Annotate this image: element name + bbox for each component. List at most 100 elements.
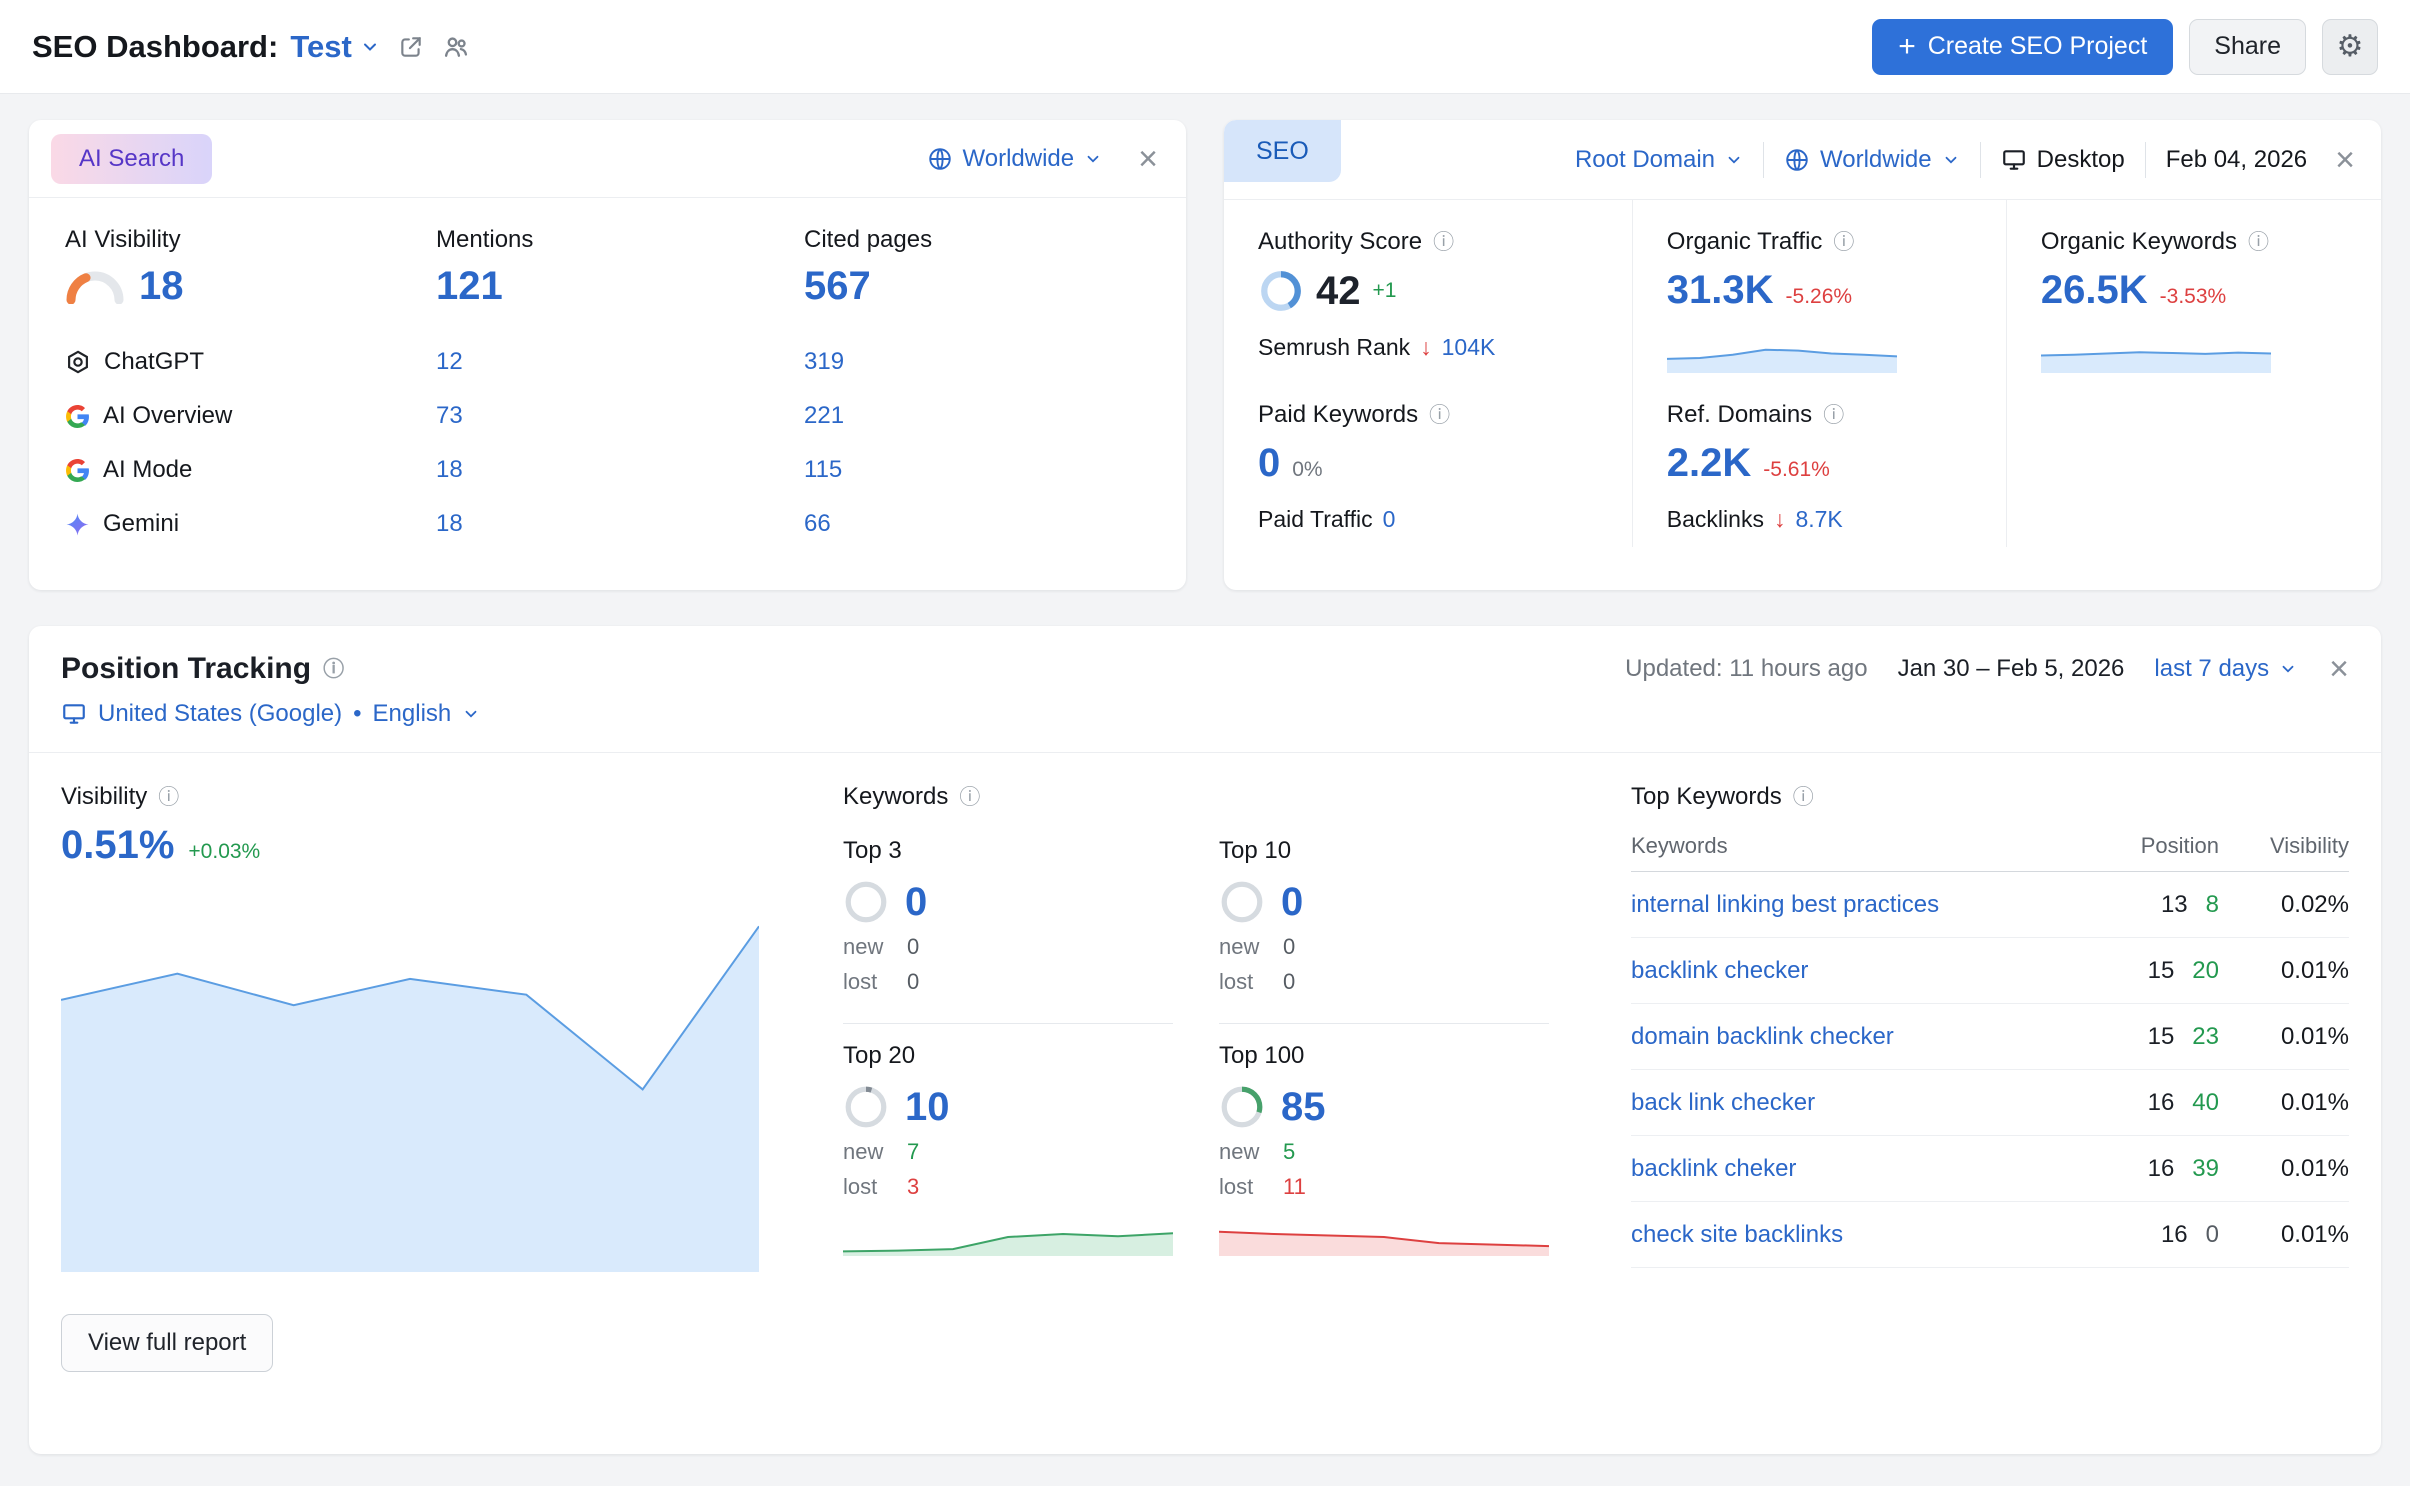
campaign-selector[interactable]: United States (Google) • English — [29, 690, 2381, 753]
backlinks-label: Backlinks — [1667, 506, 1764, 533]
ai-search-totals: AI Visibility 18 Mentions 121 — [65, 226, 1158, 309]
info-icon[interactable]: ⓘ — [959, 787, 980, 808]
new-value: 0 — [907, 934, 919, 960]
paid-keywords-label-row: Paid Keywords ⓘ — [1258, 401, 1606, 429]
mentions-value: 121 — [436, 264, 804, 309]
table-row: internal linking best practices 138 0.02… — [1631, 872, 2349, 938]
external-link-icon[interactable] — [398, 34, 424, 60]
keyword-link[interactable]: backlink cheker — [1631, 1155, 2069, 1183]
info-icon[interactable]: ⓘ — [2248, 232, 2269, 253]
keyword-link[interactable]: domain backlink checker — [1631, 1023, 2069, 1051]
bucket-value[interactable]: 85 — [1281, 1085, 1326, 1130]
semrush-rank-value[interactable]: 104K — [1442, 334, 1496, 361]
new-value: 7 — [907, 1139, 919, 1165]
top-keywords-title: Top Keywords — [1631, 783, 1782, 811]
bucket-value[interactable]: 0 — [905, 880, 927, 925]
info-icon[interactable]: ⓘ — [1429, 405, 1450, 426]
gemini-engine: Gemini — [65, 510, 436, 538]
info-icon[interactable]: ⓘ — [158, 787, 179, 808]
organic-traffic-sparkline — [1667, 327, 1897, 373]
seo-region-selector[interactable]: Worldwide — [1784, 146, 1960, 174]
bucket-value[interactable]: 10 — [905, 1085, 950, 1130]
ai-engine-row-chatgpt: ChatGPT 12 319 — [65, 335, 1158, 389]
backlinks-value[interactable]: 8.7K — [1795, 506, 1842, 533]
authority-score-value-row: 42 +1 — [1258, 268, 1606, 314]
paid-keywords-cell: Paid Keywords ⓘ 0 0% Paid Traffic 0 — [1224, 387, 1633, 547]
ai-mode-engine: AI Mode — [65, 456, 436, 484]
new-label: new — [843, 934, 893, 960]
chatgpt-engine: ChatGPT — [65, 348, 436, 376]
share-users-icon[interactable] — [442, 33, 470, 61]
info-icon[interactable]: ⓘ — [323, 659, 344, 680]
position-tracking-header: Position Tracking ⓘ Updated: 11 hours ag… — [29, 626, 2381, 690]
ref-domains-value[interactable]: 2.2K — [1667, 441, 1752, 486]
bucket-lost-row: lost0 — [843, 969, 1173, 995]
position-change: 8 — [2206, 891, 2219, 919]
keyword-position: 16 — [2148, 1089, 2175, 1117]
ai-engines-list: ChatGPT 12 319 AI Overview 73 221 — [65, 335, 1158, 551]
project-selector[interactable]: Test — [290, 29, 379, 65]
keyword-link[interactable]: back link checker — [1631, 1089, 2069, 1117]
ai-search-card: AI Search Worldwide × AI Visibility — [29, 120, 1186, 590]
create-seo-project-button[interactable]: + Create SEO Project — [1872, 19, 2173, 75]
visibility-area-chart[interactable] — [61, 892, 759, 1272]
chevron-down-icon — [360, 37, 380, 57]
organic-traffic-cell: Organic Traffic ⓘ 31.3K -5.26% — [1633, 200, 2007, 387]
position-tracking-body: Visibility ⓘ 0.51% +0.03% View full repo… — [29, 753, 2381, 1372]
keyword-link[interactable]: check site backlinks — [1631, 1221, 2069, 1249]
organic-keywords-value[interactable]: 26.5K — [2041, 268, 2148, 313]
engine-cited[interactable]: 66 — [804, 510, 1158, 538]
chevron-down-icon — [462, 705, 480, 723]
share-button[interactable]: Share — [2189, 19, 2306, 75]
position-change: 40 — [2192, 1089, 2219, 1117]
seo-tab[interactable]: SEO — [1224, 120, 1341, 182]
device-selector[interactable]: Desktop — [2001, 146, 2125, 174]
chevron-down-icon — [2279, 660, 2297, 678]
bucket-value[interactable]: 0 — [1281, 880, 1303, 925]
new-label: new — [1219, 1139, 1269, 1165]
ai-region-selector[interactable]: Worldwide — [927, 145, 1103, 173]
position-tracking-close-button[interactable]: × — [2329, 652, 2349, 686]
campaign-location: United States (Google) — [98, 700, 342, 728]
bullet-icon: • — [353, 700, 361, 728]
root-domain-selector[interactable]: Root Domain — [1575, 146, 1743, 174]
device-label: Desktop — [2037, 146, 2125, 174]
engine-cited[interactable]: 115 — [804, 456, 1158, 484]
bucket-label: Top 20 — [843, 1042, 1173, 1070]
bucket-lost-row: lost11 — [1219, 1174, 1549, 1200]
engine-mentions[interactable]: 73 — [436, 402, 804, 430]
bucket-ring-icon — [843, 879, 889, 925]
info-icon[interactable]: ⓘ — [1823, 405, 1844, 426]
ref-domains-label-row: Ref. Domains ⓘ — [1667, 401, 1980, 429]
period-selector[interactable]: last 7 days — [2154, 655, 2297, 683]
ai-search-close-button[interactable]: × — [1138, 142, 1158, 176]
engine-name: Gemini — [103, 510, 179, 538]
info-icon[interactable]: ⓘ — [1833, 232, 1854, 253]
new-label: new — [1219, 934, 1269, 960]
info-icon[interactable]: ⓘ — [1433, 232, 1454, 253]
engine-cited[interactable]: 319 — [804, 348, 1158, 376]
table-row: domain backlink checker 1523 0.01% — [1631, 1004, 2349, 1070]
ai-overview-engine: AI Overview — [65, 402, 436, 430]
top-100-sparkline — [1219, 1214, 1549, 1256]
settings-button[interactable]: ⚙ — [2322, 19, 2378, 75]
paid-traffic-value[interactable]: 0 — [1383, 506, 1396, 533]
engine-cited[interactable]: 221 — [804, 402, 1158, 430]
ai-engine-row-ai-mode: AI Mode 18 115 — [65, 443, 1158, 497]
engine-mentions[interactable]: 18 — [436, 510, 804, 538]
view-full-report-button[interactable]: View full report — [61, 1314, 273, 1372]
engine-mentions[interactable]: 12 — [436, 348, 804, 376]
keyword-link[interactable]: internal linking best practices — [1631, 891, 2069, 919]
lost-label: lost — [843, 969, 893, 995]
seo-date[interactable]: Feb 04, 2026 — [2166, 146, 2307, 174]
bucket-label: Top 3 — [843, 837, 1173, 865]
organic-traffic-value[interactable]: 31.3K — [1667, 268, 1774, 313]
engine-mentions[interactable]: 18 — [436, 456, 804, 484]
paid-keywords-value[interactable]: 0 — [1258, 441, 1280, 486]
ref-domains-cell: Ref. Domains ⓘ 2.2K -5.61% Backlinks ↓ 8… — [1633, 387, 2007, 547]
info-icon[interactable]: ⓘ — [1793, 787, 1814, 808]
keyword-position: 16 — [2148, 1155, 2175, 1183]
seo-close-button[interactable]: × — [2335, 143, 2355, 177]
keyword-link[interactable]: backlink checker — [1631, 957, 2069, 985]
organic-keywords-cell: Organic Keywords ⓘ 26.5K -3.53% — [2007, 200, 2381, 387]
